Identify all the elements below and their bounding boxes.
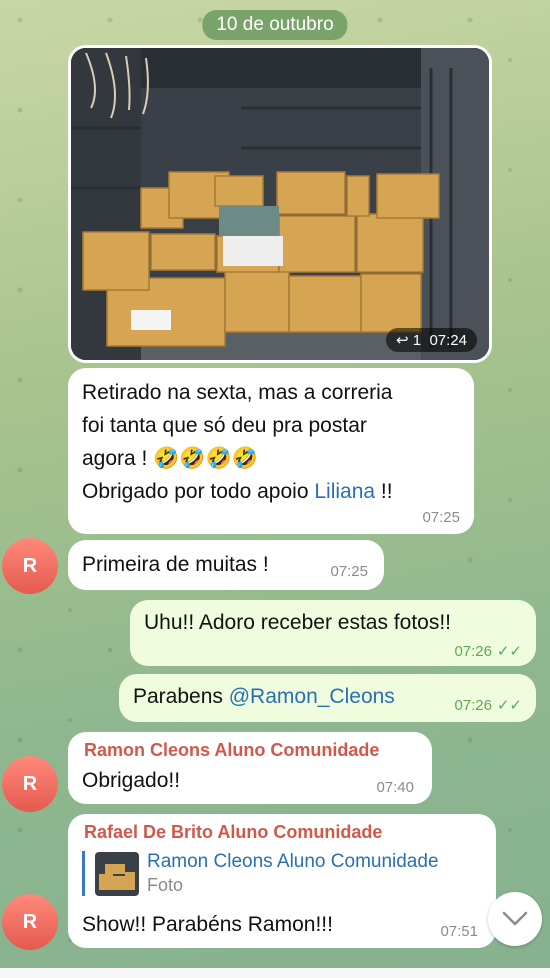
sender-name[interactable]: Ramon Cleons Aluno Comunidade xyxy=(84,740,379,761)
double-check-icon: ✓✓ xyxy=(496,697,522,714)
photo-thumb-icon xyxy=(95,851,139,896)
mention-link[interactable]: Liliana xyxy=(314,480,375,503)
message-time: 07:25 xyxy=(330,563,368,580)
message-text: !! xyxy=(375,480,393,503)
incoming-message[interactable]: Retirado na sexta, mas a correria foi ta… xyxy=(68,368,474,534)
message-text: Parabens xyxy=(133,685,229,708)
avatar[interactable]: R xyxy=(2,538,58,594)
message-text: Primeira de muitas ! xyxy=(82,553,269,576)
message-composer[interactable] xyxy=(0,968,550,978)
message-line: foi tanta que só deu pra postar xyxy=(82,414,367,437)
message-time: 07:51 xyxy=(440,923,478,940)
message-line: Obrigado por todo apoio Liliana !! xyxy=(82,475,466,508)
avatar[interactable]: R xyxy=(2,756,58,812)
outgoing-message[interactable]: Parabens @Ramon_Cleons 07:26 ✓✓ xyxy=(119,674,536,722)
reply-thumbnail xyxy=(95,851,139,896)
incoming-message[interactable]: Primeira de muitas ! 07:25 xyxy=(68,540,384,590)
truck-boxes-photo xyxy=(71,48,489,360)
mention-link[interactable]: @Ramon_Cleons xyxy=(229,685,395,708)
reply-arrow-icon: ↩ xyxy=(396,332,409,349)
reply-sender: Ramon Cleons Aluno Comunidade xyxy=(147,851,439,872)
reply-type: Foto xyxy=(147,875,184,895)
message-text: Obrigado!! xyxy=(82,769,181,792)
message-line: agora ! 🤣🤣🤣🤣 xyxy=(82,447,258,470)
sender-name[interactable]: Rafael De Brito Aluno Comunidade xyxy=(84,822,382,843)
message-time: 07:26 xyxy=(454,643,492,660)
photo-time: 07:24 xyxy=(429,332,467,349)
message-time: 07:25 xyxy=(422,509,460,526)
double-check-icon: ✓✓ xyxy=(496,643,522,660)
message-text: Show!! Parabéns Ramon!!! xyxy=(82,913,333,936)
reply-count: 1 xyxy=(412,332,422,349)
avatar[interactable]: R xyxy=(2,894,58,950)
chevron-down-icon xyxy=(502,911,528,926)
quoted-reply[interactable]: Ramon Cleons Aluno Comunidade Foto xyxy=(82,851,439,896)
message-text: Obrigado por todo apoio xyxy=(82,480,315,503)
photo-meta: ↩ 1 07:24 xyxy=(386,328,477,352)
date-separator: 10 de outubro xyxy=(202,10,348,40)
message-time: 07:40 xyxy=(376,779,414,796)
outgoing-message[interactable]: Uhu!! Adoro receber estas fotos!! 07:26 … xyxy=(130,600,536,666)
scroll-down-button[interactable] xyxy=(488,892,542,946)
photo-message[interactable]: ↩ 1 07:24 xyxy=(68,45,492,363)
incoming-message[interactable]: Rafael De Brito Aluno Comunidade Ramon C… xyxy=(68,814,496,948)
incoming-message[interactable]: Ramon Cleons Aluno Comunidade Obrigado!!… xyxy=(68,732,432,804)
message-time: 07:26 xyxy=(454,697,492,714)
message-line: Retirado na sexta, mas a correria xyxy=(82,381,393,404)
message-content: Parabens @Ramon_Cleons xyxy=(133,680,395,713)
message-text: Uhu!! Adoro receber estas fotos!! xyxy=(144,611,452,634)
